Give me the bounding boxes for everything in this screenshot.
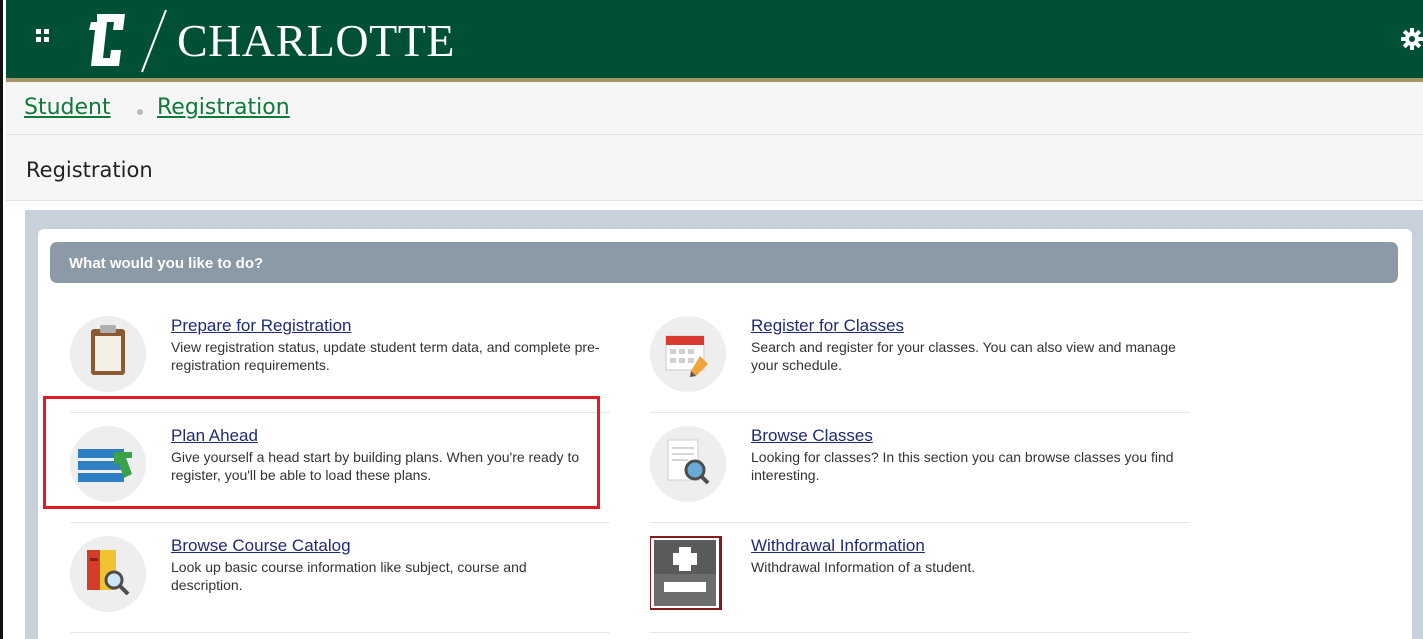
register-for-classes-link[interactable]: Register for Classes (751, 316, 904, 336)
breadcrumb: Student Registration (6, 82, 1423, 135)
clipboard-icon (70, 316, 146, 392)
option-browse-course-catalog: Browse Course Catalog Look up basic cour… (70, 536, 610, 633)
browse-classes-link[interactable]: Browse Classes (751, 426, 873, 446)
gear-icon[interactable] (1399, 26, 1423, 52)
app-window: CHARLOTTE Student Registration Registrat… (0, 0, 1423, 639)
logo-divider-icon (141, 9, 167, 73)
option-register-for-classes: Register for Classes Search and register… (650, 316, 1190, 413)
option-withdrawal-information: Withdrawal Information Withdrawal Inform… (650, 536, 1190, 633)
breadcrumb-separator (137, 109, 143, 115)
brand-wordmark[interactable]: CHARLOTTE (177, 14, 455, 67)
browse-course-catalog-description: Look up basic course information like su… (171, 559, 527, 593)
calendar-pencil-icon (650, 316, 726, 392)
register-for-classes-description: Search and register for your classes. Yo… (751, 339, 1176, 373)
option-browse-classes: Browse Classes Looking for classes? In t… (650, 426, 1190, 523)
app-grid-icon[interactable] (36, 29, 58, 51)
browse-course-catalog-link[interactable]: Browse Course Catalog (171, 536, 351, 556)
top-navigation-bar: CHARLOTTE (6, 0, 1423, 78)
plus-minus-icon (650, 536, 726, 612)
section-title: What would you like to do? (69, 255, 264, 272)
withdrawal-information-description: Withdrawal Information of a student. (751, 559, 976, 575)
prepare-for-registration-link[interactable]: Prepare for Registration (171, 316, 351, 336)
breadcrumb-student-link[interactable]: Student (24, 95, 111, 120)
document-search-icon (650, 426, 726, 502)
withdrawal-information-link[interactable]: Withdrawal Information (751, 536, 925, 556)
section-header: What would you like to do? (50, 242, 1398, 283)
plan-ahead-highlight-box (43, 396, 600, 509)
page-title-bar: Registration (6, 135, 1423, 201)
university-c-logo-icon[interactable] (83, 10, 131, 70)
breadcrumb-registration-link[interactable]: Registration (157, 95, 290, 120)
page-title: Registration (26, 158, 153, 182)
book-search-icon (70, 536, 146, 612)
prepare-for-registration-description: View registration status, update student… (171, 339, 600, 373)
browse-classes-description: Looking for classes? In this section you… (751, 449, 1174, 483)
